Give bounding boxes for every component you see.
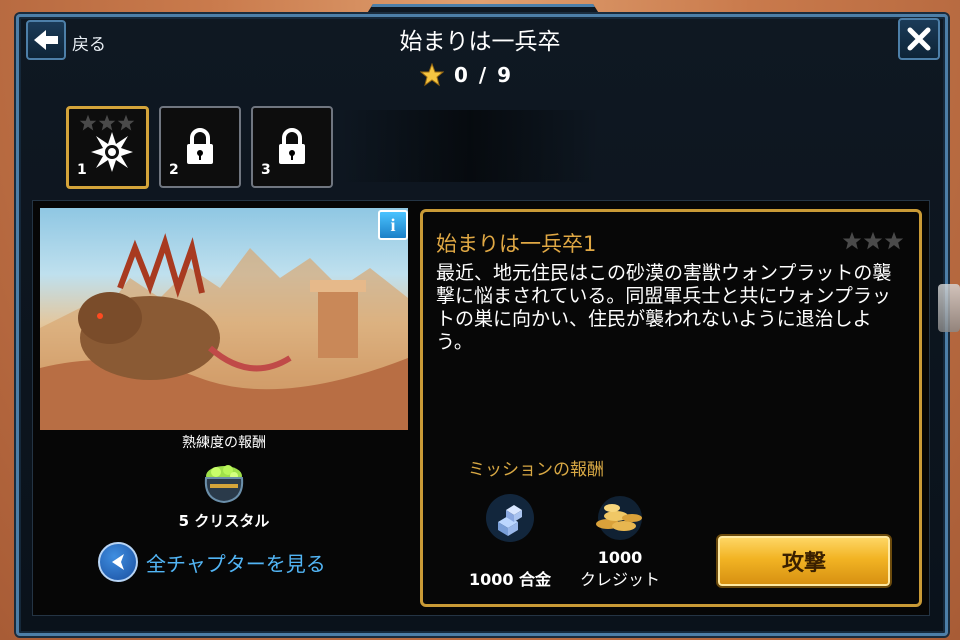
crystal-pot-icon [204, 465, 244, 504]
back-button[interactable] [26, 20, 66, 60]
back-arrow-icon [34, 30, 58, 50]
back-label[interactable]: 戻る [72, 30, 106, 55]
mission-number: 2 [169, 162, 179, 178]
mission-selector: 1 2 3 [66, 106, 333, 189]
close-icon [907, 27, 931, 51]
lock-icon [279, 128, 305, 164]
star-empty-icon [842, 231, 862, 250]
star-icon [420, 63, 444, 87]
mission-tile-2[interactable]: 2 [159, 106, 241, 188]
mastery-reward-label: 熟練度の報酬 [182, 435, 266, 451]
mission-tile-1[interactable]: 1 [66, 106, 149, 189]
mission-number: 1 [77, 162, 87, 178]
page-title: 始まりは一兵卒 [399, 29, 561, 55]
close-button[interactable] [898, 18, 940, 60]
mission-artwork [40, 208, 408, 430]
mission-reward-heading: ミッションの報酬 [468, 460, 604, 480]
mission-number: 3 [261, 162, 271, 178]
all-chapters-label[interactable]: 全チャプターを見る [146, 548, 326, 577]
lock-icon [187, 128, 213, 164]
credit-amount: 1000 [597, 548, 643, 567]
crystal-reward: 5 クリスタル [178, 512, 270, 530]
mission-stars [842, 231, 904, 251]
star-progress: 0 / 9 [420, 60, 540, 90]
star-empty-icon [863, 231, 883, 250]
info-button[interactable]: i [378, 210, 408, 240]
background-unit [938, 284, 960, 332]
mission-tile-3[interactable]: 3 [251, 106, 333, 188]
all-chapters-link[interactable]: 全チャプターを見る [98, 542, 326, 582]
tile-strip-shadow [340, 110, 600, 182]
star-empty-icon [884, 231, 904, 250]
back-circle-icon [98, 542, 138, 582]
credits-icon [596, 496, 642, 540]
mission-title: 始まりは一兵卒1 [436, 232, 597, 256]
mission-description: 最近、地元住民はこの砂漠の害獣ウォンプラットの襲撃に悩まされている。同盟軍兵士と… [436, 262, 892, 353]
alloy-reward: 1000 合金 [468, 570, 552, 589]
burst-icon [91, 132, 134, 173]
alloy-icon [486, 494, 534, 542]
attack-button[interactable]: 攻撃 [716, 534, 892, 588]
credit-label: クレジット [579, 570, 660, 589]
stars-earned-value: 0 / 9 [454, 63, 514, 87]
